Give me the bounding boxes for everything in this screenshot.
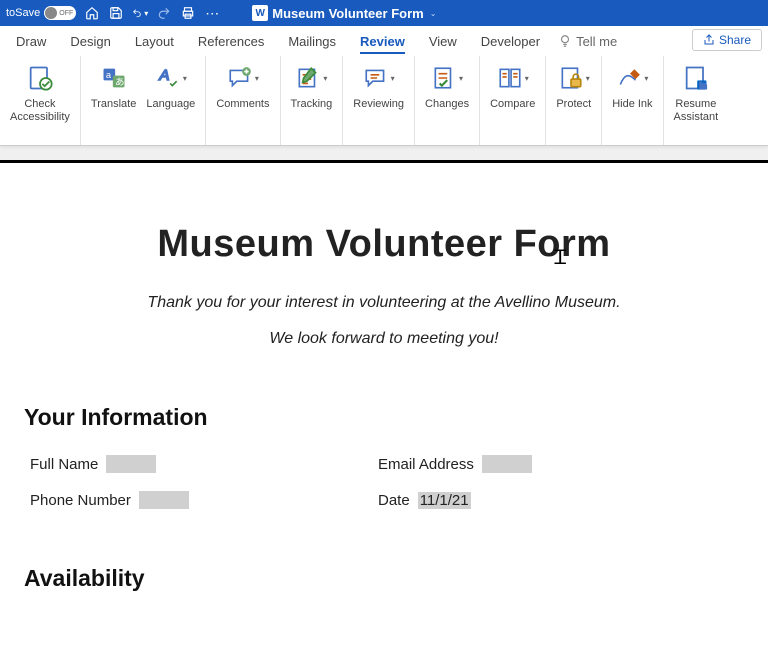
document-title: Museum Volunteer Form <box>272 6 423 21</box>
tab-references[interactable]: References <box>186 26 276 56</box>
comments-icon: ▾ <box>227 62 259 94</box>
svg-text:A: A <box>158 67 169 84</box>
autosave-control[interactable]: toSave OFF <box>6 6 76 20</box>
tab-review[interactable]: Review <box>348 26 417 56</box>
full-name-label: Full Name <box>30 456 98 473</box>
date-field[interactable]: 11/1/21 <box>418 492 471 509</box>
redo-icon[interactable] <box>156 5 172 21</box>
page-title: Museum Volunteer Form <box>24 223 744 266</box>
share-icon <box>703 34 715 46</box>
chevron-down-icon[interactable]: ⌄ <box>430 9 437 18</box>
autosave-state: OFF <box>59 10 73 17</box>
lightbulb-icon <box>558 34 572 48</box>
language-button[interactable]: A ▾ Language <box>144 62 197 111</box>
comments-label: Comments <box>216 98 269 111</box>
print-icon[interactable] <box>180 5 196 21</box>
home-icon[interactable] <box>84 5 100 21</box>
document-canvas[interactable]: Museum Volunteer Form Thank you for your… <box>0 160 768 660</box>
tracking-label: Tracking <box>291 98 333 111</box>
save-icon[interactable] <box>108 5 124 21</box>
comments-button[interactable]: ▾ Comments <box>214 62 271 111</box>
changes-icon: ▾ <box>431 62 463 94</box>
check-accessibility-button[interactable]: Check Accessibility <box>8 62 72 123</box>
tab-layout[interactable]: Layout <box>123 26 186 56</box>
changes-label: Changes <box>425 98 469 111</box>
resume-assistant-button[interactable]: in Resume Assistant <box>672 62 721 123</box>
full-name-field[interactable] <box>106 455 156 473</box>
accessibility-icon <box>24 62 56 94</box>
svg-text:in: in <box>699 82 706 91</box>
autosave-label: toSave <box>6 7 40 19</box>
accessibility-label: Check Accessibility <box>10 98 70 123</box>
tracking-button[interactable]: ▾ Tracking <box>289 62 335 111</box>
email-label: Email Address <box>378 456 474 473</box>
undo-icon[interactable]: ▾ <box>132 5 148 21</box>
document-title-area: W Museum Volunteer Form ⌄ <box>252 5 436 21</box>
compare-icon: ▾ <box>497 62 529 94</box>
text-cursor-icon: Ꮖ <box>554 247 567 270</box>
hide-ink-button[interactable]: ▾ Hide Ink <box>610 62 654 111</box>
resume-icon: in <box>680 62 712 94</box>
tab-view[interactable]: View <box>417 26 469 56</box>
section-availability: Availability <box>24 565 744 592</box>
translate-label: Translate <box>91 98 136 111</box>
changes-button[interactable]: ▾ Changes <box>423 62 471 111</box>
titlebar: toSave OFF ▾ ⋯ W Museum Volunteer Form ⌄ <box>0 0 768 26</box>
tab-mailings[interactable]: Mailings <box>276 26 348 56</box>
ribbon: Check Accessibility aあ Translate A ▾ Lan… <box>0 56 768 146</box>
phone-field[interactable] <box>139 491 189 509</box>
hideink-label: Hide Ink <box>612 98 652 111</box>
reviewing-label: Reviewing <box>353 98 404 111</box>
intro-line-2: We look forward to meeting you! <box>24 330 744 348</box>
protect-icon: ▾ <box>558 62 590 94</box>
svg-text:あ: あ <box>115 77 124 87</box>
intro-line-1: Thank you for your interest in volunteer… <box>24 294 744 312</box>
share-button[interactable]: Share <box>692 29 762 51</box>
translate-button[interactable]: aあ Translate <box>89 62 138 111</box>
protect-label: Protect <box>556 98 591 111</box>
language-label: Language <box>146 98 195 111</box>
protect-button[interactable]: ▾ Protect <box>554 62 593 111</box>
reviewing-icon: ▾ <box>363 62 395 94</box>
compare-label: Compare <box>490 98 535 111</box>
resume-label: Resume Assistant <box>674 98 719 123</box>
date-label: Date <box>378 492 410 509</box>
tab-developer[interactable]: Developer <box>469 26 552 56</box>
language-icon: A ▾ <box>155 62 187 94</box>
section-your-information: Your Information <box>24 404 744 431</box>
tab-design[interactable]: Design <box>58 26 122 56</box>
more-icon[interactable]: ⋯ <box>204 5 220 21</box>
email-field[interactable] <box>482 455 532 473</box>
ribbon-tabs: Draw Design Layout References Mailings R… <box>0 26 768 56</box>
reviewing-button[interactable]: ▾ Reviewing <box>351 62 406 111</box>
autosave-toggle[interactable]: OFF <box>44 6 76 20</box>
svg-text:a: a <box>105 70 111 80</box>
hide-ink-icon: ▾ <box>616 62 648 94</box>
tell-me-search[interactable]: Tell me <box>558 34 617 49</box>
phone-label: Phone Number <box>30 492 131 509</box>
tracking-icon: ▾ <box>295 62 327 94</box>
tell-me-label: Tell me <box>576 34 617 49</box>
translate-icon: aあ <box>98 62 130 94</box>
tab-draw[interactable]: Draw <box>4 26 58 56</box>
compare-button[interactable]: ▾ Compare <box>488 62 537 111</box>
share-label: Share <box>719 33 751 47</box>
word-app-icon: W <box>252 5 268 21</box>
